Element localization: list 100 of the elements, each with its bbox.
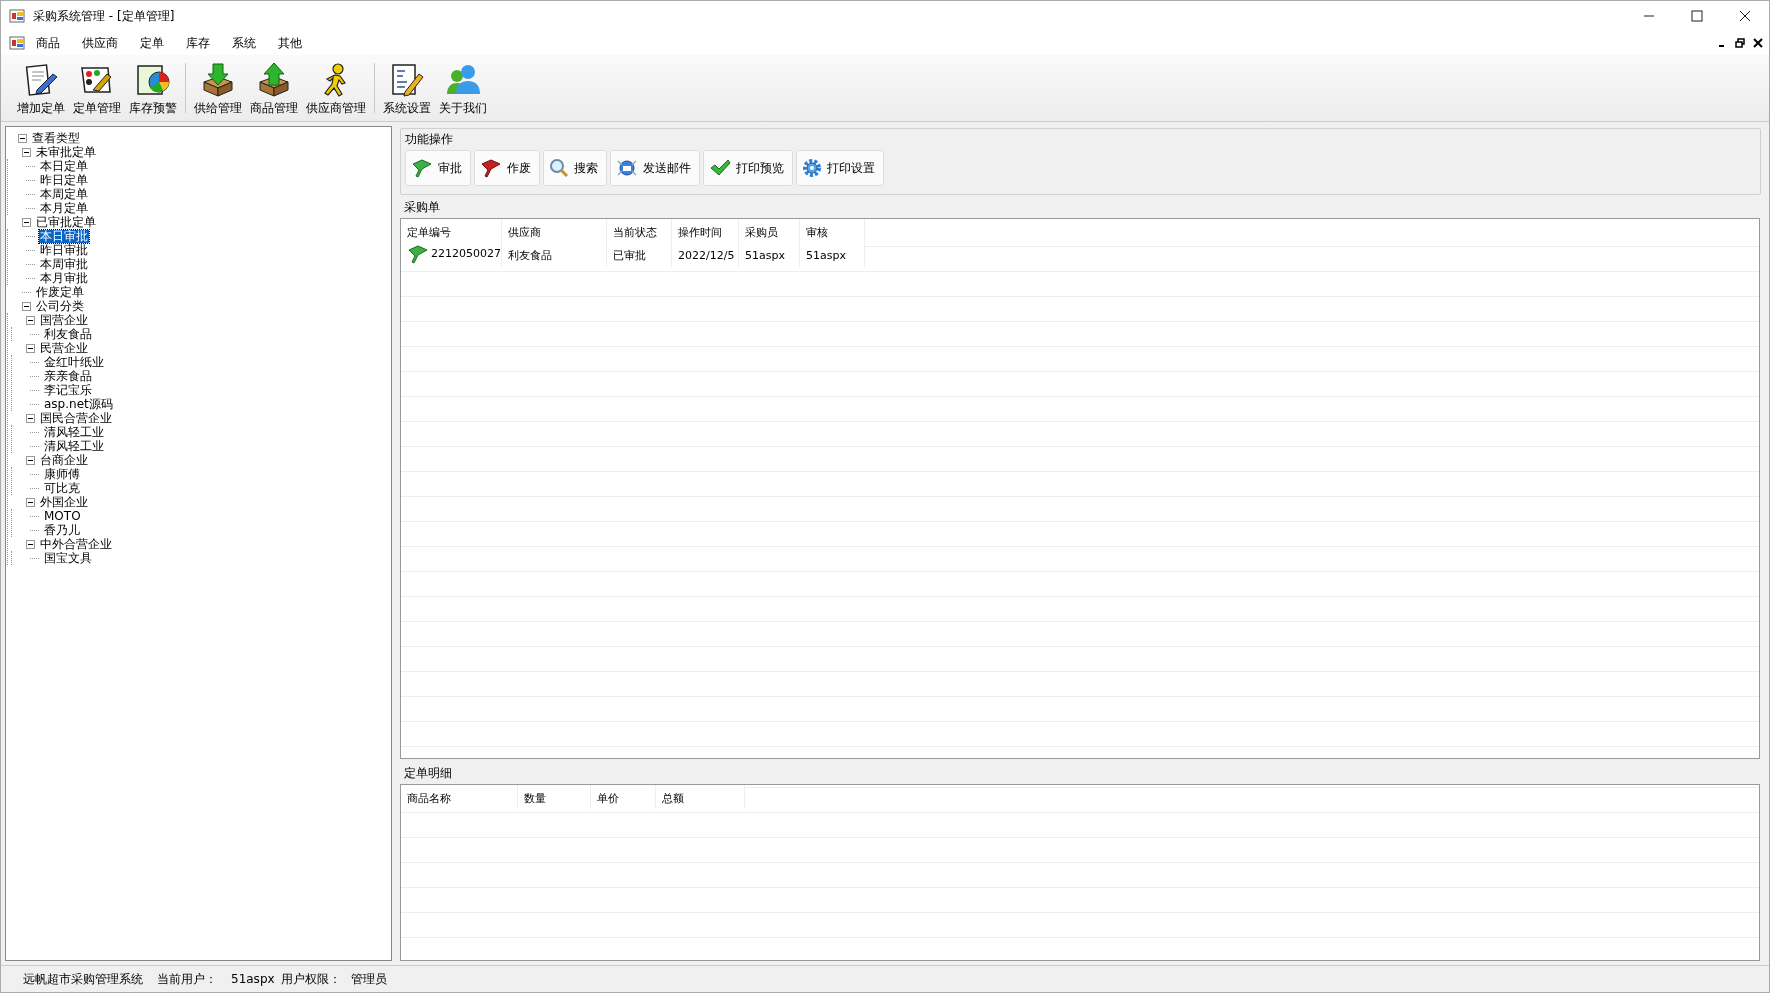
- table-cell: 利友食品: [501, 243, 607, 267]
- tree-item[interactable]: 中外合营企业: [39, 537, 113, 551]
- tree-item[interactable]: 未审批定单: [35, 145, 97, 159]
- tree-item[interactable]: 台商企业: [39, 453, 89, 467]
- column-header[interactable]: 数量: [517, 785, 591, 809]
- document-pen-icon: [23, 62, 59, 98]
- collapse-icon[interactable]: [22, 147, 31, 157]
- collapse-icon[interactable]: [26, 497, 35, 507]
- collapse-icon[interactable]: [26, 539, 35, 549]
- tree-item[interactable]: 昨日审批: [39, 243, 89, 257]
- tree-item[interactable]: 公司分类: [35, 299, 85, 313]
- table-cell: 51aspx: [738, 243, 800, 267]
- menu-item[interactable]: 商品: [25, 34, 71, 52]
- void-flag-icon: [480, 158, 502, 178]
- tree-item[interactable]: 昨日定单: [39, 173, 89, 187]
- collapse-icon[interactable]: [26, 455, 35, 465]
- tree-item[interactable]: 亲亲食品: [43, 369, 93, 383]
- tree-item[interactable]: 已审批定单: [35, 215, 97, 229]
- collapse-icon[interactable]: [22, 217, 31, 227]
- close-icon[interactable]: [1753, 38, 1763, 48]
- tree-item[interactable]: 李记宝乐: [43, 383, 93, 397]
- tree-item[interactable]: 本周审批: [39, 257, 89, 271]
- tree-item[interactable]: 本周定单: [39, 187, 89, 201]
- toolbar-button[interactable]: 增加定单: [13, 57, 69, 119]
- tree-item[interactable]: MOTO: [43, 509, 82, 523]
- toolbar-button[interactable]: 供应商管理: [302, 57, 370, 119]
- tree-item[interactable]: 清风轻工业: [43, 425, 105, 439]
- tree-item[interactable]: 作废定单: [35, 285, 85, 299]
- status-text: 当前用户：: [157, 970, 217, 988]
- column-header[interactable]: 当前状态: [606, 219, 672, 243]
- action-button[interactable]: 打印预览: [703, 150, 793, 186]
- box-down-arrow-icon: [200, 62, 236, 98]
- collapse-icon[interactable]: [22, 301, 31, 311]
- collapse-icon[interactable]: [26, 343, 35, 353]
- tree-item[interactable]: 金红叶纸业: [43, 355, 105, 369]
- menu-item[interactable]: 库存: [175, 34, 221, 52]
- tree-item[interactable]: 国宝文具: [43, 551, 93, 565]
- column-header[interactable]: 采购员: [738, 219, 800, 243]
- tree-item[interactable]: 民营企业: [39, 341, 89, 355]
- toolbar-button[interactable]: 关于我们: [435, 57, 491, 119]
- status-text: 远帆超市采购管理系统: [23, 970, 143, 988]
- menu-item[interactable]: 供应商: [71, 34, 129, 52]
- pie-chart-icon: [135, 62, 171, 98]
- tree-item[interactable]: 本月审批: [39, 271, 89, 285]
- tree-item[interactable]: asp.net源码: [43, 397, 114, 411]
- document-icon: [9, 35, 25, 51]
- action-button[interactable]: 发送邮件: [610, 150, 700, 186]
- toolbar-button[interactable]: 库存预警: [125, 57, 181, 119]
- approve-flag-icon: [411, 158, 433, 178]
- menu-item[interactable]: 其他: [267, 34, 313, 52]
- tree-item[interactable]: 康师傅: [43, 467, 81, 481]
- group-title: 功能操作: [405, 131, 454, 148]
- action-button[interactable]: 审批: [405, 150, 471, 186]
- column-header[interactable]: 供应商: [501, 219, 607, 243]
- tree-item[interactable]: 本日定单: [39, 159, 89, 173]
- checkmark-icon: [709, 158, 731, 178]
- maximize-icon[interactable]: [1691, 10, 1703, 22]
- tree-item[interactable]: 可比克: [43, 481, 81, 495]
- restore-icon[interactable]: [1735, 38, 1745, 48]
- toolbar-button[interactable]: 定单管理: [69, 57, 125, 119]
- tree-item[interactable]: 本月定单: [39, 201, 89, 215]
- tree-item[interactable]: 外国企业: [39, 495, 89, 509]
- document-pencil-icon: [389, 62, 425, 98]
- action-button[interactable]: 作废: [474, 150, 540, 186]
- tree-item[interactable]: 国民合营企业: [39, 411, 113, 425]
- column-header[interactable]: 操作时间: [671, 219, 739, 243]
- status-text: 51aspx: [231, 972, 275, 986]
- gear-icon: [802, 158, 822, 178]
- table-cell: 已审批: [606, 243, 672, 267]
- toolbar-button[interactable]: 商品管理: [246, 57, 302, 119]
- action-button[interactable]: 搜索: [543, 150, 607, 186]
- collapse-icon[interactable]: [26, 315, 35, 325]
- group-title: 采购单: [403, 199, 441, 216]
- tree-item[interactable]: 查看类型: [31, 131, 81, 145]
- tree-item[interactable]: 本日审批: [39, 229, 89, 243]
- status-text: 管理员: [350, 970, 387, 988]
- table-cell: 2212050027: [401, 243, 502, 267]
- toolbar-button[interactable]: 供给管理: [190, 57, 246, 119]
- box-up-arrow-icon: [256, 62, 292, 98]
- window-title: 采购系统管理 - [定单管理]: [33, 7, 176, 25]
- toolbar-button[interactable]: 系统设置: [379, 57, 435, 119]
- tree-item[interactable]: 利友食品: [43, 327, 93, 341]
- collapse-icon[interactable]: [26, 413, 35, 423]
- action-button[interactable]: 打印设置: [796, 150, 884, 186]
- column-header[interactable]: 商品名称: [401, 785, 518, 809]
- collapse-icon[interactable]: [18, 133, 27, 143]
- app-icon: [9, 8, 25, 24]
- menu-item[interactable]: 系统: [221, 34, 267, 52]
- table-cell: 2022/12/5: [671, 243, 739, 267]
- menu-item[interactable]: 定单: [129, 34, 175, 52]
- search-icon: [549, 158, 569, 178]
- close-icon[interactable]: [1739, 10, 1751, 22]
- column-header[interactable]: 总额: [655, 785, 745, 809]
- column-header[interactable]: 单价: [590, 785, 656, 809]
- table-cell: 51aspx: [799, 243, 865, 267]
- mail-globe-icon: [616, 158, 638, 178]
- column-header[interactable]: 审核: [799, 219, 865, 243]
- tree-item[interactable]: 国营企业: [39, 313, 89, 327]
- tree-item[interactable]: 清风轻工业: [43, 439, 105, 453]
- tree-item[interactable]: 香乃儿: [43, 523, 81, 537]
